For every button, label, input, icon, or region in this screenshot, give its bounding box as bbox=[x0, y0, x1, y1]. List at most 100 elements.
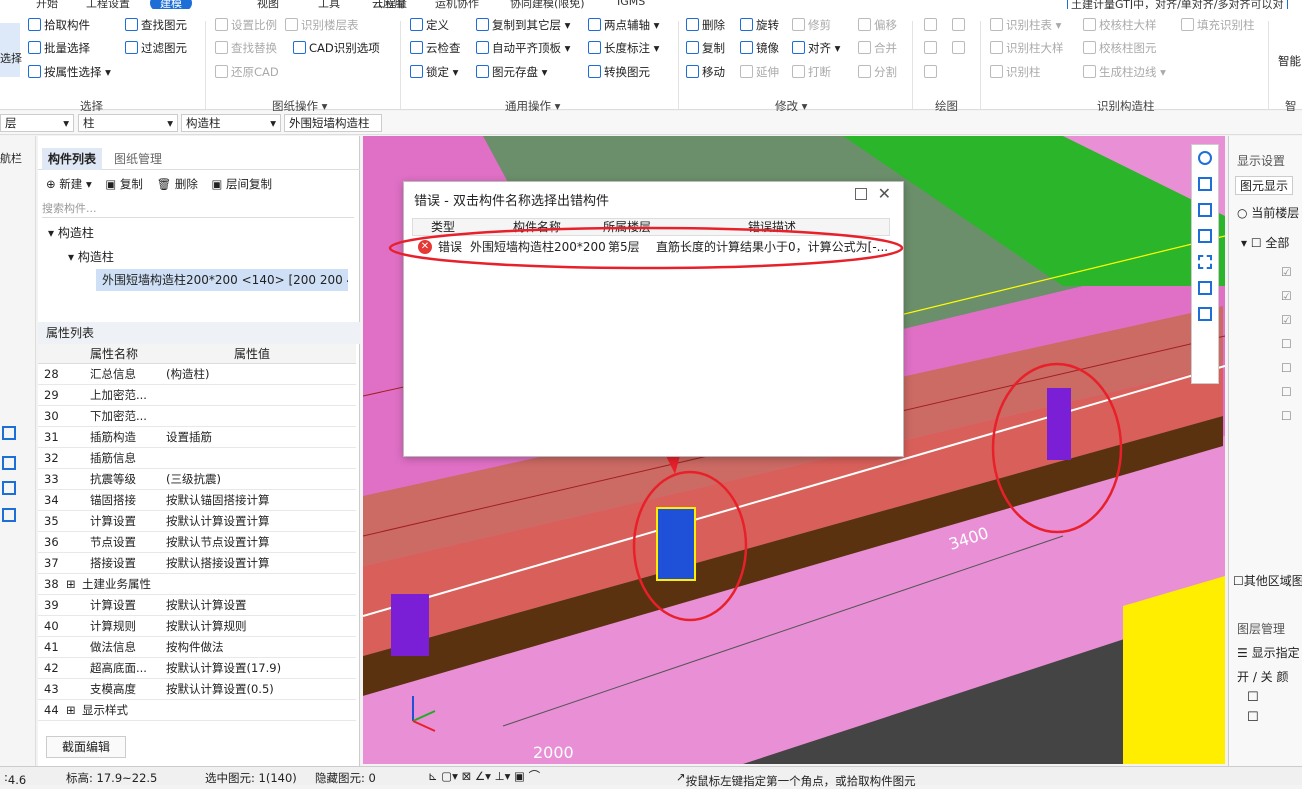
close-icon[interactable]: ✕ bbox=[878, 184, 891, 203]
menu-tools[interactable]: 工具 bbox=[318, 0, 340, 9]
current-floor-radio[interactable]: ○ 当前楼层 bbox=[1237, 204, 1299, 221]
property-row[interactable]: 34 锚固搭接 按默认锚固搭接计算 bbox=[38, 490, 356, 511]
draw-rotate-point-button[interactable] bbox=[952, 17, 968, 33]
menu-igms[interactable]: IGMS bbox=[617, 0, 645, 8]
auto-level-button[interactable]: 自动平齐顶板 ▾ bbox=[476, 40, 570, 56]
prop-value[interactable]: 按默认锚固搭接计算 bbox=[166, 490, 270, 510]
copy-button[interactable]: 复制 bbox=[686, 40, 725, 56]
nav-beam-icon[interactable] bbox=[2, 508, 16, 522]
property-row[interactable]: 30 下加密范... bbox=[38, 406, 356, 427]
property-row[interactable]: 33 抗震等级 (三级抗震) bbox=[38, 469, 356, 490]
new-button[interactable]: ⊕ 新建 ▾ bbox=[46, 177, 92, 191]
prop-value[interactable]: 设置插筋 bbox=[166, 427, 212, 447]
prop-value[interactable]: 按默认节点设置计算 bbox=[166, 532, 270, 552]
offset-button[interactable]: 偏移 bbox=[858, 17, 897, 33]
align-button[interactable]: 对齐 ▾ bbox=[792, 40, 840, 56]
property-row[interactable]: 29 上加密范... bbox=[38, 385, 356, 406]
copy-comp-button[interactable]: ▣ 复制 bbox=[105, 177, 143, 191]
section-box-icon[interactable] bbox=[1198, 281, 1212, 295]
set-scale-button[interactable]: 设置比例 bbox=[215, 17, 277, 33]
property-row[interactable]: 43 支模高度 按默认计算设置(0.5) bbox=[38, 679, 356, 700]
tree-child[interactable]: ▾ 构造柱 bbox=[68, 248, 114, 265]
property-row[interactable]: 35 计算设置 按默认计算设置计算 bbox=[38, 511, 356, 532]
menu-project-settings[interactable]: 工程设置 bbox=[86, 0, 130, 9]
prop-value[interactable]: 按默认搭接设置计算 bbox=[166, 553, 270, 573]
prop-value[interactable]: (三级抗震) bbox=[166, 469, 221, 489]
property-row[interactable]: 44 ⊞ 显示样式 bbox=[38, 700, 356, 721]
search-input[interactable]: 搜索构件... bbox=[42, 200, 354, 218]
store-button[interactable]: 图元存盘 ▾ bbox=[476, 64, 547, 80]
identify-floor-button[interactable]: 识别楼层表 bbox=[285, 17, 359, 33]
smart-button[interactable]: 智能 bbox=[1278, 53, 1301, 69]
find-element-button[interactable]: 查找图元 bbox=[125, 17, 187, 33]
property-row[interactable]: 37 搭接设置 按默认搭接设置计算 bbox=[38, 553, 356, 574]
identify-col-table-button[interactable]: 识别柱表 ▾ bbox=[990, 17, 1061, 33]
move-button[interactable]: 移动 bbox=[686, 64, 725, 80]
layer-toggles[interactable]: ☐ ☐ bbox=[1247, 688, 1259, 728]
property-row[interactable]: 39 计算设置 按默认计算设置 bbox=[38, 595, 356, 616]
tree-root[interactable]: ▾ 构造柱 bbox=[48, 224, 94, 241]
section-edit-button[interactable]: 截面编辑 bbox=[46, 736, 126, 758]
nav-wall-icon[interactable] bbox=[2, 481, 16, 495]
property-row[interactable]: 40 计算规则 按默认计算规则 bbox=[38, 616, 356, 637]
2d-view-icon[interactable] bbox=[1198, 177, 1212, 191]
mirror-button[interactable]: 镜像 bbox=[740, 40, 779, 56]
tab-component-list[interactable]: 构件列表 bbox=[42, 148, 103, 170]
prop-value[interactable]: 按默认计算规则 bbox=[166, 616, 247, 636]
delete-button[interactable]: 删除 bbox=[686, 17, 725, 33]
prop-value[interactable]: 按默认计算设置 bbox=[166, 595, 247, 615]
menu-cloud[interactable]: 云应用 bbox=[372, 0, 405, 9]
cloud-check-button[interactable]: 云检查 bbox=[410, 40, 461, 56]
properties-icon[interactable] bbox=[1198, 307, 1212, 321]
rotate-button[interactable]: 旋转 bbox=[740, 17, 779, 33]
filter-element-button[interactable]: 过滤图元 bbox=[125, 40, 187, 56]
two-point-axis-button[interactable]: 两点辅轴 ▾ bbox=[588, 17, 659, 33]
prop-value[interactable]: (构造柱) bbox=[166, 364, 209, 384]
tree-item-selected[interactable]: 外围短墙构造柱200*200 <140> [200 200 40 bbox=[96, 269, 348, 291]
fill-identify-button[interactable]: 填充识别柱 bbox=[1181, 17, 1255, 33]
property-row[interactable]: 41 做法信息 按构件做法 bbox=[38, 637, 356, 658]
check-col-shape-button[interactable]: 校核柱图元 bbox=[1083, 40, 1157, 56]
3d-view-icon[interactable] bbox=[1198, 203, 1212, 217]
type-select[interactable]: 柱 ▾ bbox=[78, 114, 178, 132]
orbit-icon[interactable] bbox=[1198, 151, 1212, 165]
component-select[interactable]: 外围短墙构造柱 ▾ bbox=[284, 114, 382, 146]
draw-line-button[interactable] bbox=[924, 40, 940, 56]
select-big-button[interactable]: 选择 bbox=[0, 23, 22, 77]
merge-button[interactable]: 合并 bbox=[858, 40, 897, 56]
floor-select[interactable]: 层 ▾ bbox=[0, 114, 74, 132]
other-region-checkbox[interactable]: ☐其他区域图 bbox=[1233, 572, 1302, 589]
layer-checkboxes[interactable]: ☑ ☑ ☑ ☐ ☐ ☐ ☐ bbox=[1281, 260, 1292, 428]
length-mark-button[interactable]: 长度标注 ▾ bbox=[588, 40, 659, 56]
identify-col-button[interactable]: 识别柱 bbox=[990, 64, 1041, 80]
lock-button[interactable]: 锁定 ▾ bbox=[410, 64, 458, 80]
floor-copy-button[interactable]: ▣ 层间复制 bbox=[212, 177, 273, 191]
property-row[interactable]: 28 汇总信息 (构造柱) bbox=[38, 364, 356, 385]
menu-collab[interactable]: 运机协作 bbox=[435, 0, 479, 9]
gen-col-edge-button[interactable]: 生成柱边线 ▾ bbox=[1083, 64, 1166, 80]
define-button[interactable]: 定义 bbox=[410, 17, 449, 33]
expand-icon[interactable]: ⊞ bbox=[66, 574, 76, 594]
tab-element-display[interactable]: 图元显示 bbox=[1235, 176, 1294, 195]
nav-col-icon[interactable] bbox=[2, 426, 16, 440]
show-specified-button[interactable]: ☰ 显示指定 bbox=[1237, 644, 1300, 661]
identify-col-large-button[interactable]: 识别柱大样 bbox=[990, 40, 1064, 56]
property-row[interactable]: 31 插筋构造 设置插筋 bbox=[38, 427, 356, 448]
property-row[interactable]: 42 超高底面... 按默认计算设置(17.9) bbox=[38, 658, 356, 679]
snap-toolbar[interactable]: ⊾ ▢▾ ⊠ ∠▾ ⊥▾ ▣ ⌒ bbox=[428, 768, 540, 784]
draw-rect-button[interactable] bbox=[952, 40, 968, 56]
menu-start[interactable]: 开始 bbox=[36, 0, 58, 9]
batch-select-button[interactable]: 批量选择 bbox=[28, 40, 90, 56]
cube-icon[interactable] bbox=[1198, 229, 1212, 243]
extend-button[interactable]: 延伸 bbox=[740, 64, 779, 80]
find-replace-button[interactable]: 查找替换 bbox=[215, 40, 277, 56]
pick-component-button[interactable]: 拾取构件 bbox=[28, 17, 90, 33]
restore-cad-button[interactable]: 还原CAD bbox=[215, 64, 279, 80]
cad-options-button[interactable]: CAD识别选项 bbox=[293, 40, 380, 56]
prop-value[interactable]: 按默认计算设置计算 bbox=[166, 511, 270, 531]
property-row[interactable]: 36 节点设置 按默认节点设置计算 bbox=[38, 532, 356, 553]
property-row[interactable]: 32 插筋信息 bbox=[38, 448, 356, 469]
trim-button[interactable]: 修剪 bbox=[792, 17, 831, 33]
convert-button[interactable]: 转换图元 bbox=[588, 64, 650, 80]
menu-view[interactable]: 视图 bbox=[257, 0, 279, 9]
